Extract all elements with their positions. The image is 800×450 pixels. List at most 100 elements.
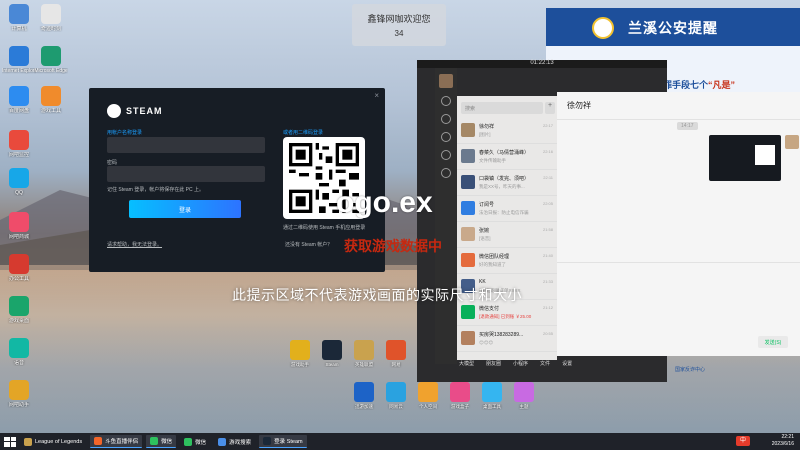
desktop-icon-label: QQ bbox=[15, 190, 23, 196]
qijia-icon bbox=[41, 4, 61, 24]
desktop-icon-shop[interactable]: 网吧商城 bbox=[2, 212, 36, 240]
taskbar-item-label: 斗鱼直播伴侣 bbox=[105, 439, 139, 445]
taskbar-item-label: League of Legends bbox=[35, 438, 83, 445]
account-name-input[interactable] bbox=[107, 137, 265, 153]
contact-time: 21:12 bbox=[542, 305, 553, 310]
contacts-icon[interactable] bbox=[441, 114, 451, 124]
contact-time: 22:05 bbox=[542, 201, 553, 206]
taskbar-item[interactable]: 微信 bbox=[146, 435, 177, 448]
desktop-icon-label: 语音 bbox=[13, 360, 24, 366]
list-item[interactable]: 口袋镇（发完、须吧） 我是XX号，昨天的事... 22:11 bbox=[457, 170, 557, 196]
taskbar-item[interactable]: 微信 bbox=[180, 435, 210, 448]
remember-me-checkbox[interactable]: 记住 Steam 登录，帐户将保存在此 PC 上。 bbox=[107, 186, 204, 193]
help-link[interactable]: 请求帮助，我无法登录。 bbox=[107, 241, 162, 248]
contact-name: 微信支付 bbox=[479, 306, 500, 312]
app-8-icon bbox=[450, 382, 470, 402]
system-tray[interactable]: 中 22:21 2023/6/16 bbox=[736, 434, 794, 448]
password-input[interactable] bbox=[107, 166, 265, 182]
desktop-icon-edge[interactable]: Microsoft Edge bbox=[34, 46, 68, 74]
desktop-icon-computer[interactable]: 计算机 bbox=[2, 4, 36, 32]
close-icon[interactable]: × bbox=[374, 91, 379, 100]
favorites-icon[interactable] bbox=[441, 132, 451, 142]
ime-indicator[interactable]: 中 bbox=[736, 436, 750, 446]
app-4-shortcut[interactable]: 网易 bbox=[384, 340, 408, 368]
wechat-sidebar bbox=[435, 68, 457, 364]
seat-number: 34 bbox=[394, 29, 404, 38]
moments-icon[interactable] bbox=[441, 168, 451, 178]
app-steam-icon bbox=[322, 340, 342, 360]
list-item[interactable]: 买房哭1382832​89... 😊😊😊 20:55 bbox=[457, 326, 557, 352]
desktop-icon-screen[interactable]: 游戏桌面 bbox=[2, 296, 36, 324]
files-icon[interactable] bbox=[441, 150, 451, 160]
contact-last-message: 法治日报：防止电信诈骗 bbox=[479, 210, 529, 215]
logo-icon bbox=[9, 380, 29, 400]
chat-icon[interactable] bbox=[441, 96, 451, 106]
send-button[interactable]: 发送(S) bbox=[758, 336, 788, 348]
taskbar-items: League of Legends 斗鱼直播伴侣 微信 微信 游戏搜索 登录 Steam bbox=[16, 435, 307, 448]
start-button[interactable] bbox=[4, 436, 16, 447]
app-5-shortcut[interactable]: 迅游加速 bbox=[352, 382, 376, 410]
bottom-label[interactable]: 大模型 bbox=[459, 360, 474, 370]
list-item[interactable]: 订阅号 法治日报：防止电信诈骗 22:05 bbox=[457, 196, 557, 222]
app-10-shortcut[interactable]: 主题 bbox=[512, 382, 536, 410]
bottom-labels: 大模型 朋友圈 小程序 文件 设置 bbox=[457, 360, 667, 370]
image-message[interactable] bbox=[709, 135, 781, 181]
app-3-shortcut[interactable]: 英雄联盟 bbox=[352, 340, 376, 368]
bottom-label[interactable]: 设置 bbox=[562, 360, 572, 370]
contact-last-message: 好的我知道了 bbox=[479, 262, 506, 267]
taskbar-item[interactable]: League of Legends bbox=[20, 435, 86, 448]
no-account-link[interactable]: 还没有 Steam 帐户？ bbox=[285, 241, 332, 248]
app-steam-shortcut[interactable]: Steam bbox=[320, 340, 344, 367]
screen-icon bbox=[9, 296, 29, 316]
taskbar-item[interactable]: 游戏搜索 bbox=[214, 435, 255, 448]
cafe-welcome-text: 鑫锋网咖欢迎您 bbox=[367, 14, 431, 24]
bottom-label[interactable]: 文件 bbox=[540, 360, 550, 370]
shortcut-label: 游戏助手 bbox=[291, 362, 309, 367]
list-item[interactable]: 春菜久（马倩营涌峰） 文件传输助手 22:16 bbox=[457, 144, 557, 170]
taskbar-item[interactable]: 登录 Steam bbox=[259, 435, 307, 448]
game-tool-icon bbox=[41, 86, 61, 106]
qq-icon bbox=[9, 168, 29, 188]
list-item[interactable]: 徐勿祥 [图片] 22:17 bbox=[457, 118, 557, 144]
app-4-icon bbox=[386, 340, 406, 360]
search-input[interactable]: 搜索 bbox=[461, 102, 543, 114]
contact-name: 口袋镇（发完、须吧） bbox=[479, 176, 530, 182]
gov-antifraud-label: 国家反诈中心 bbox=[675, 367, 706, 373]
desktop-icon-qq[interactable]: QQ bbox=[2, 168, 36, 196]
account-label: 用帐户名称登录 bbox=[107, 130, 143, 136]
desktop-icon-label: 游戏工具 bbox=[40, 108, 61, 114]
desktop-icon-baidu[interactable]: 百度网盘 bbox=[2, 86, 36, 114]
message-input[interactable]: 发送(S) bbox=[557, 262, 800, 356]
taskbar-item[interactable]: 斗鱼直播伴侣 bbox=[90, 435, 143, 448]
avatar[interactable] bbox=[439, 74, 453, 88]
desktop-icon-qijia[interactable]: 奇迹时刻 bbox=[34, 4, 68, 32]
app-6-shortcut[interactable]: 网易云 bbox=[384, 382, 408, 410]
desktop-icon-monitor[interactable]: 网吧监控 bbox=[2, 130, 36, 158]
app-9-shortcut[interactable]: 桌面工具 bbox=[480, 382, 504, 410]
desktop-icon-game-tool[interactable]: 游戏工具 bbox=[34, 86, 68, 114]
app-1-shortcut[interactable]: 游戏助手 bbox=[288, 340, 312, 368]
process-overlay-text: ogo.ex bbox=[336, 186, 433, 219]
desktop-icon-label: Microsoft Edge bbox=[34, 68, 68, 74]
contact-time: 22:11 bbox=[543, 175, 553, 180]
cafe-welcome-banner: 鑫锋网咖欢迎您 34 bbox=[352, 4, 446, 46]
bottom-label[interactable]: 朋友圈 bbox=[486, 360, 501, 370]
edge-icon bbox=[41, 46, 61, 66]
contact-name: 张婉 bbox=[479, 228, 490, 234]
desktop-icon-office[interactable]: 办公工具 bbox=[2, 254, 36, 282]
app-8-shortcut[interactable]: 游戏盒子 bbox=[448, 382, 472, 410]
list-item[interactable]: 张婉 [语音] 21:58 bbox=[457, 222, 557, 248]
app-7-shortcut[interactable]: 个人空间 bbox=[416, 382, 440, 410]
list-item[interactable]: 微信团队经理 好的我知道了 21:40 bbox=[457, 248, 557, 274]
login-button[interactable]: 登录 bbox=[129, 200, 241, 218]
steam-logo-text: STEAM bbox=[126, 106, 163, 116]
contact-time: 22:17 bbox=[542, 123, 553, 128]
desktop-icon-ie[interactable]: Internet Explorer bbox=[2, 46, 36, 74]
desktop-icon-label: 办公工具 bbox=[8, 276, 29, 282]
add-button[interactable]: + bbox=[545, 102, 555, 114]
desktop-icon-logo[interactable]: 网吧助手 bbox=[2, 380, 36, 408]
desktop-icon-chat[interactable]: 语音 bbox=[2, 338, 36, 366]
password-label: 密码 bbox=[107, 160, 118, 166]
bottom-label[interactable]: 小程序 bbox=[513, 360, 528, 370]
avatar bbox=[461, 201, 475, 215]
